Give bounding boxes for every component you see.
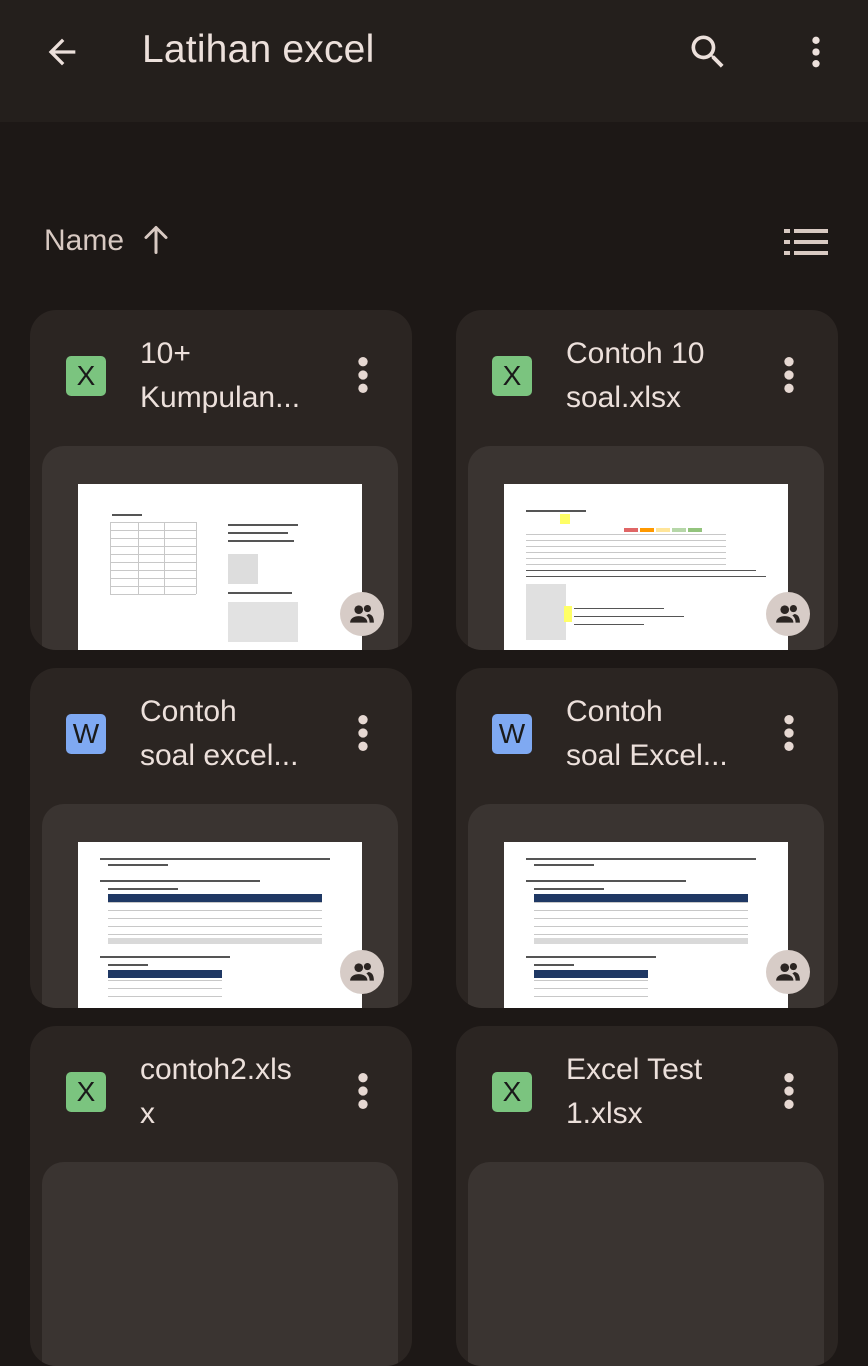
file-card[interactable]: X Excel Test 1.xlsx <box>456 1026 838 1366</box>
file-name: 10+ Kumpulan... <box>140 337 301 414</box>
word-file-icon: W <box>492 714 532 754</box>
sort-bar: Name <box>0 210 868 274</box>
file-thumbnail[interactable] <box>42 804 398 1008</box>
file-card[interactable]: X 10+ Kumpulan... <box>30 310 412 650</box>
back-button[interactable] <box>38 30 86 74</box>
file-name: Contoh soal excel... <box>140 695 299 772</box>
file-card[interactable]: W Contoh soal excel... <box>30 668 412 1008</box>
file-thumbnail[interactable] <box>468 1162 824 1366</box>
document-preview <box>504 484 788 650</box>
more-vert-icon <box>812 36 820 68</box>
more-vert-icon <box>784 715 794 751</box>
more-vert-icon <box>358 1073 368 1109</box>
excel-file-icon: X <box>492 356 532 396</box>
shared-icon <box>766 950 810 994</box>
shared-icon <box>340 592 384 636</box>
search-icon <box>691 35 724 68</box>
document-preview <box>78 484 362 650</box>
more-vert-icon <box>784 357 794 393</box>
excel-file-icon: X <box>66 356 106 396</box>
file-card[interactable]: X contoh2.xls x <box>30 1026 412 1366</box>
file-more-button[interactable] <box>346 1066 380 1116</box>
file-more-button[interactable] <box>772 350 806 400</box>
file-more-button[interactable] <box>772 1066 806 1116</box>
word-file-icon: W <box>66 714 106 754</box>
app-bar: Latihan excel <box>0 0 868 122</box>
file-name: Excel Test 1.xlsx <box>566 1053 703 1130</box>
more-vert-icon <box>358 715 368 751</box>
file-thumbnail[interactable] <box>42 1162 398 1366</box>
file-card[interactable]: W Contoh soal Excel... <box>456 668 838 1008</box>
list-view-icon <box>784 229 828 255</box>
arrow-back-icon <box>48 38 76 66</box>
document-preview <box>78 842 362 1008</box>
list-view-button[interactable] <box>780 222 832 262</box>
shared-icon <box>340 950 384 994</box>
file-card[interactable]: X Contoh 10 soal.xlsx <box>456 310 838 650</box>
excel-file-icon: X <box>66 1072 106 1112</box>
search-button[interactable] <box>684 28 732 76</box>
file-name: Contoh soal Excel... <box>566 695 728 772</box>
excel-file-icon: X <box>492 1072 532 1112</box>
sort-by-name-button[interactable]: Name <box>44 224 124 258</box>
file-thumbnail[interactable] <box>468 446 824 650</box>
more-vert-icon <box>784 1073 794 1109</box>
file-more-button[interactable] <box>346 350 380 400</box>
document-preview <box>504 842 788 1008</box>
shared-icon <box>766 592 810 636</box>
file-thumbnail[interactable] <box>42 446 398 650</box>
page-title: Latihan excel <box>142 28 375 71</box>
file-more-button[interactable] <box>346 708 380 758</box>
more-vert-icon <box>358 357 368 393</box>
file-thumbnail[interactable] <box>468 804 824 1008</box>
more-options-button[interactable] <box>792 28 840 76</box>
file-name: contoh2.xls x <box>140 1053 292 1130</box>
file-name: Contoh 10 soal.xlsx <box>566 337 705 414</box>
arrow-up-icon[interactable] <box>141 222 171 258</box>
file-more-button[interactable] <box>772 708 806 758</box>
